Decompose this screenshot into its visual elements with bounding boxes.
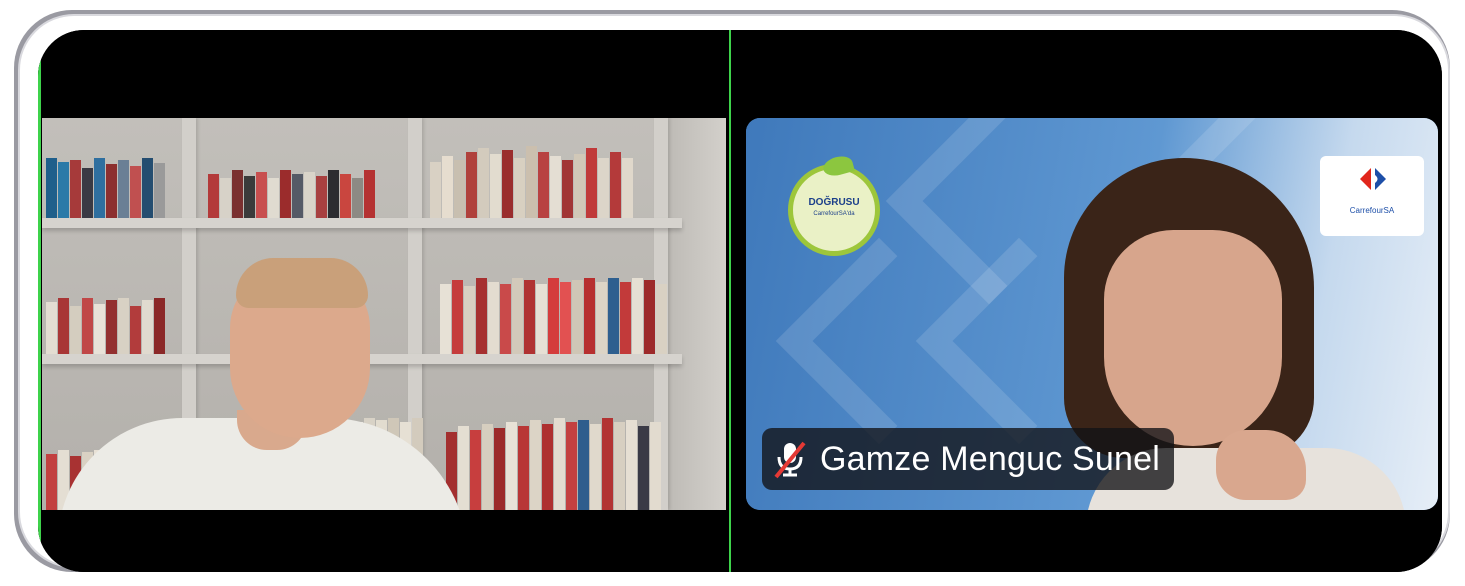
active-speaker-border [38, 30, 41, 572]
book-row [446, 414, 662, 510]
participant-name-tag: Gamze Menguc Sunel [762, 428, 1174, 490]
book-row [430, 140, 634, 218]
shelf-board [42, 218, 682, 228]
participant-right-hand [1216, 430, 1306, 500]
brand-text: CarrefourSA [1349, 206, 1395, 215]
microphone-off-icon [774, 441, 806, 479]
brand-logo-box: CarrefourSA [1320, 156, 1424, 236]
dogrusu-badge-logo: DOĞRUSU CarrefourSA'da [788, 153, 880, 256]
participant-tile-right[interactable]: DOĞRUSU CarrefourSA'da CarrefourSA Gamze… [732, 30, 1442, 572]
book-row [208, 166, 376, 218]
book-row [46, 156, 166, 218]
wall [666, 118, 726, 510]
frame-shadow: DOĞRUSU CarrefourSA'da CarrefourSA Gamze… [14, 10, 1450, 572]
carrefour-logo-icon [1360, 168, 1386, 190]
participant-right-face [1104, 230, 1282, 446]
participant-name: Gamze Menguc Sunel [820, 439, 1160, 478]
badge-subtitle: CarrefourSA'da [813, 211, 855, 217]
book-row [46, 296, 166, 354]
participant-video-left [42, 118, 726, 510]
participant-video-right: DOĞRUSU CarrefourSA'da CarrefourSA Gamze… [746, 118, 1438, 510]
video-call-window: DOĞRUSU CarrefourSA'da CarrefourSA Gamze… [38, 30, 1442, 572]
participant-left-hair [236, 258, 368, 308]
active-speaker-divider [729, 30, 731, 572]
participant-tile-left[interactable] [38, 30, 728, 572]
window-frame: DOĞRUSU CarrefourSA'da CarrefourSA Gamze… [18, 14, 1450, 572]
badge-title: DOĞRUSU [808, 197, 860, 208]
book-row [440, 270, 668, 354]
